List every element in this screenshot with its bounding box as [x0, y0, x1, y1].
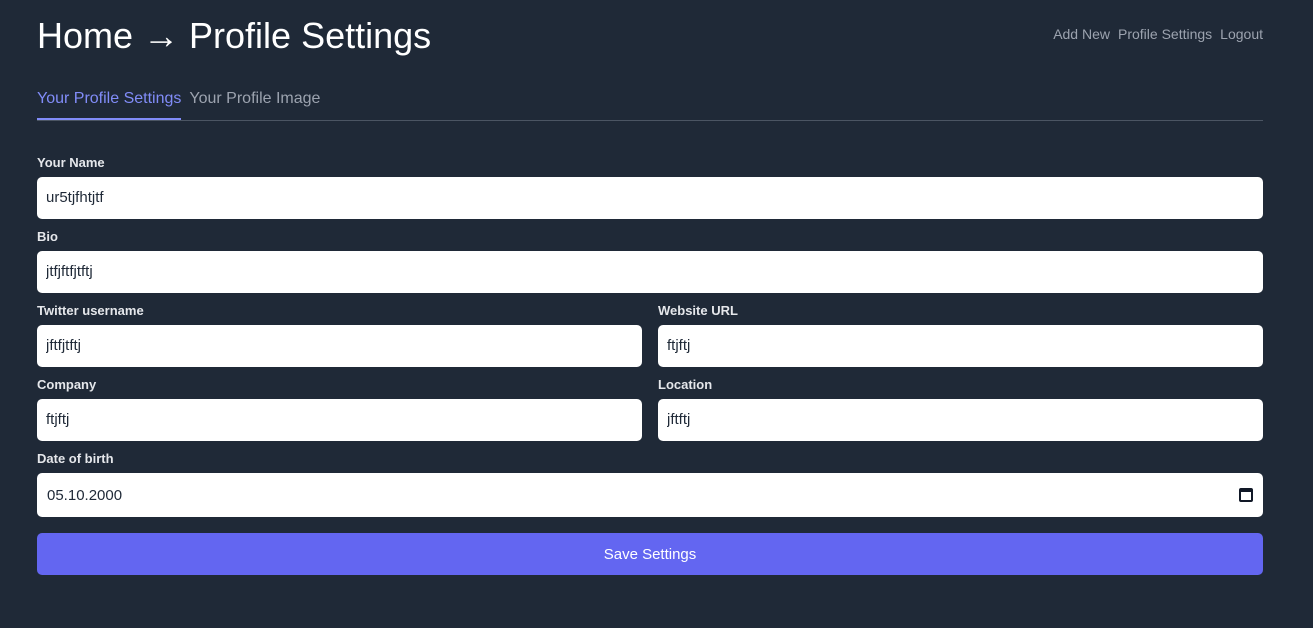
name-label: Your Name — [37, 155, 105, 170]
page-header: Home → Profile Settings Add New Profile … — [37, 0, 1263, 80]
website-label: Website URL — [658, 303, 738, 318]
nav-profile-settings-link[interactable]: Profile Settings — [1118, 25, 1212, 43]
nav-logout-link[interactable]: Logout — [1220, 25, 1263, 43]
calendar-icon[interactable] — [1239, 488, 1253, 502]
twitter-label: Twitter username — [37, 303, 144, 318]
company-label: Company — [37, 377, 97, 392]
dob-value: 05.10.2000 — [47, 486, 123, 504]
bio-input[interactable] — [37, 251, 1263, 293]
twitter-input[interactable] — [37, 325, 642, 367]
location-input[interactable] — [658, 399, 1263, 441]
dob-input[interactable]: 05.10.2000 — [37, 473, 1263, 517]
website-input[interactable] — [658, 325, 1263, 367]
profile-settings-page: Home → Profile Settings Add New Profile … — [37, 0, 1263, 575]
tab-profile-image[interactable]: Your Profile Image — [189, 86, 320, 118]
save-settings-button[interactable]: Save Settings — [37, 533, 1263, 575]
page-title: Home → Profile Settings — [37, 15, 432, 56]
dob-label: Date of birth — [37, 451, 114, 466]
name-input[interactable] — [37, 177, 1263, 219]
settings-tabs: Your Profile Settings Your Profile Image — [37, 86, 1263, 121]
top-nav: Add New Profile Settings Logout — [1053, 25, 1263, 43]
bio-label: Bio — [37, 229, 58, 244]
location-label: Location — [658, 377, 713, 392]
nav-add-new-link[interactable]: Add New — [1053, 25, 1110, 43]
tab-profile-settings[interactable]: Your Profile Settings — [37, 86, 182, 120]
company-input[interactable] — [37, 399, 642, 441]
